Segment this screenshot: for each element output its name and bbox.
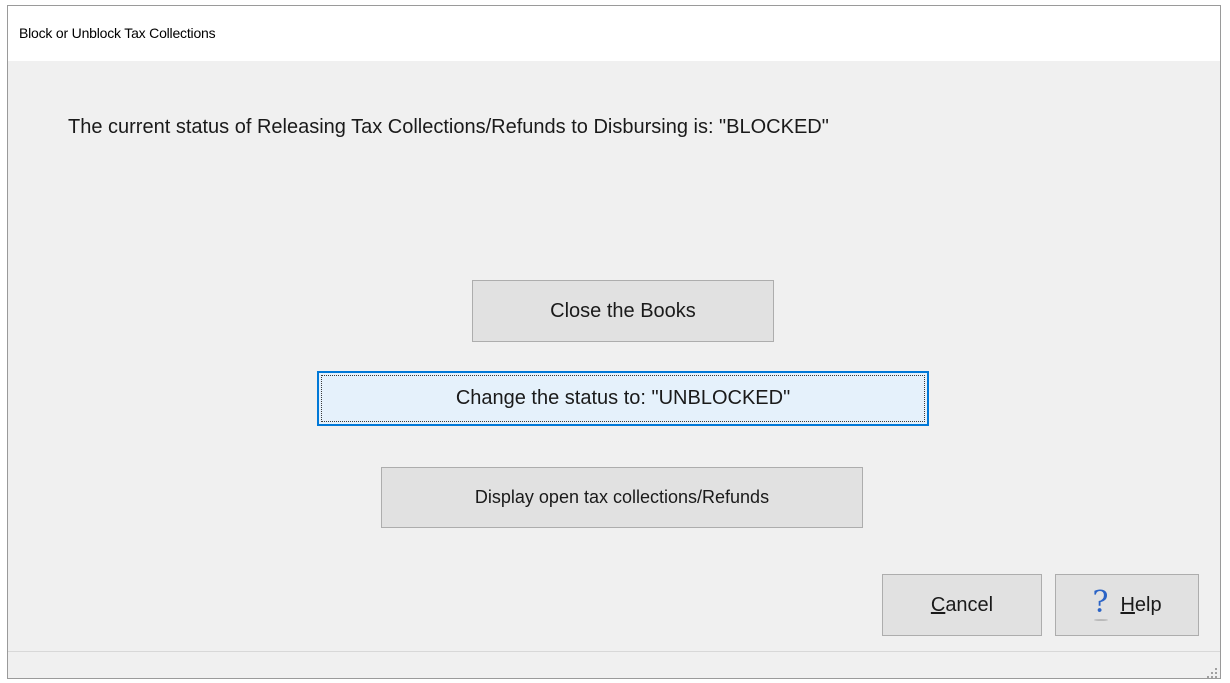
display-open-label: Display open tax collections/Refunds <box>474 487 770 507</box>
display-open-tax-collections-button[interactable]: Display open tax collections/Refunds <box>381 467 863 528</box>
cancel-label-rest: ancel <box>945 593 994 616</box>
window-title: Block or Unblock Tax Collections <box>19 25 216 41</box>
cancel-label: Cancel <box>931 594 993 617</box>
change-status-label: Change the status to: "UNBLOCKED" <box>455 387 791 409</box>
status-bar <box>8 651 1220 678</box>
status-message: The current status of Releasing Tax Coll… <box>68 116 829 138</box>
resize-grip-icon[interactable] <box>1205 666 1217 678</box>
help-mnemonic: H <box>1120 593 1135 616</box>
help-button[interactable]: ? Help <box>1055 574 1199 636</box>
help-label-rest: elp <box>1134 593 1162 616</box>
close-the-books-label: Close the Books <box>550 299 696 322</box>
change-status-button[interactable]: Change the status to: "UNBLOCKED" <box>317 371 929 426</box>
cancel-button[interactable]: Cancel <box>882 574 1042 636</box>
close-the-books-button[interactable]: Close the Books <box>472 280 774 342</box>
cancel-mnemonic: C <box>930 593 946 616</box>
title-bar: Block or Unblock Tax Collections <box>8 6 1220 61</box>
help-label: Help <box>1120 594 1161 617</box>
question-mark-icon: ? <box>1092 585 1109 621</box>
focus-rectangle: Change the status to: "UNBLOCKED" <box>321 375 925 422</box>
dialog-window: Block or Unblock Tax Collections The cur… <box>7 5 1221 679</box>
